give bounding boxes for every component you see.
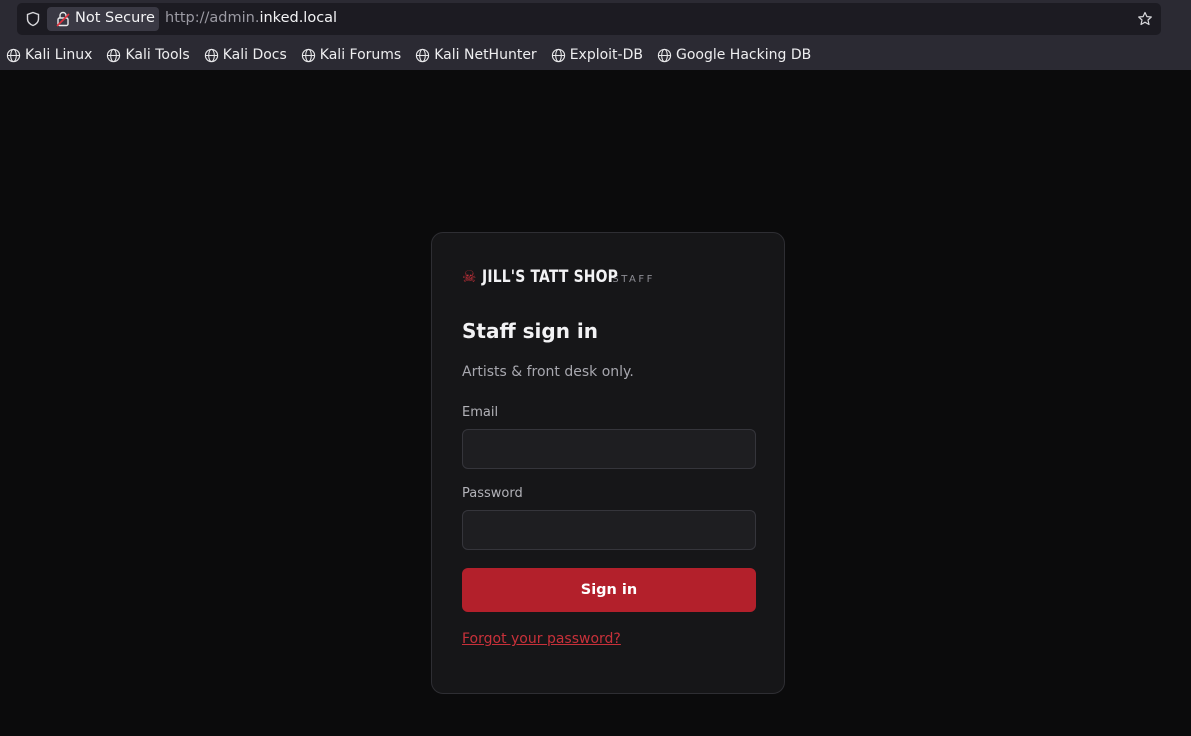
- globe-icon: [416, 48, 430, 62]
- browser-toolbar: Not Secure http://admin.inked.local Kali…: [0, 0, 1191, 70]
- bookmark-label: Google Hacking DB: [675, 47, 812, 63]
- shield-icon[interactable]: [25, 11, 41, 27]
- url-prefix: http://admin.: [165, 10, 260, 26]
- globe-icon: [301, 48, 315, 62]
- security-label: Not Secure: [75, 10, 155, 26]
- globe-icon: [204, 48, 218, 62]
- bookmark-exploit-db[interactable]: Exploit-DB: [551, 47, 643, 63]
- globe-icon: [6, 48, 21, 62]
- password-label: Password: [462, 486, 523, 501]
- login-card: ☠ JILL'S TATT SHOP STAFF Staff sign in A…: [431, 232, 785, 694]
- sign-in-button[interactable]: Sign in: [462, 568, 756, 612]
- address-bar[interactable]: Not Secure http://admin.inked.local: [17, 3, 1161, 35]
- page-subtitle: Artists & front desk only.: [462, 364, 634, 380]
- brand-name: JILL'S TATT SHOP: [482, 267, 619, 287]
- bookmark-label: Kali Linux: [25, 47, 93, 63]
- bookmark-google-hacking-db[interactable]: Google Hacking DB: [657, 47, 811, 63]
- bookmark-kali-nethunter[interactable]: Kali NetHunter: [415, 47, 537, 63]
- forgot-password-link[interactable]: Forgot your password?: [462, 631, 621, 647]
- security-indicator[interactable]: Not Secure: [47, 7, 159, 31]
- globe-icon: [107, 48, 121, 62]
- brand-tag: STAFF: [612, 274, 655, 285]
- bookmarks-bar: Kali Linux Kali Tools Kali Docs Kali For…: [6, 44, 825, 66]
- brand: ☠ JILL'S TATT SHOP STAFF: [462, 267, 655, 287]
- bookmark-label: Kali Forums: [319, 47, 402, 63]
- bookmark-star-icon[interactable]: [1137, 11, 1153, 27]
- bookmark-label: Exploit-DB: [569, 47, 643, 63]
- bookmark-label: Kali Docs: [222, 47, 287, 63]
- globe-icon: [657, 48, 672, 62]
- bookmark-kali-tools[interactable]: Kali Tools: [106, 47, 190, 63]
- globe-icon: [551, 48, 565, 62]
- url-text[interactable]: http://admin.inked.local: [165, 10, 337, 26]
- url-domain: inked.local: [259, 10, 338, 26]
- email-field[interactable]: [462, 429, 756, 469]
- bookmark-label: Kali NetHunter: [434, 47, 537, 63]
- password-field[interactable]: [462, 510, 756, 550]
- page-title: Staff sign in: [462, 319, 598, 343]
- bookmark-kali-forums[interactable]: Kali Forums: [301, 47, 401, 63]
- skull-icon: ☠: [462, 267, 477, 286]
- insecure-lock-icon: [56, 11, 70, 27]
- email-label: Email: [462, 405, 499, 420]
- bookmark-kali-linux[interactable]: Kali Linux: [6, 47, 92, 63]
- bookmark-label: Kali Tools: [125, 47, 190, 63]
- bookmark-kali-docs[interactable]: Kali Docs: [204, 47, 287, 63]
